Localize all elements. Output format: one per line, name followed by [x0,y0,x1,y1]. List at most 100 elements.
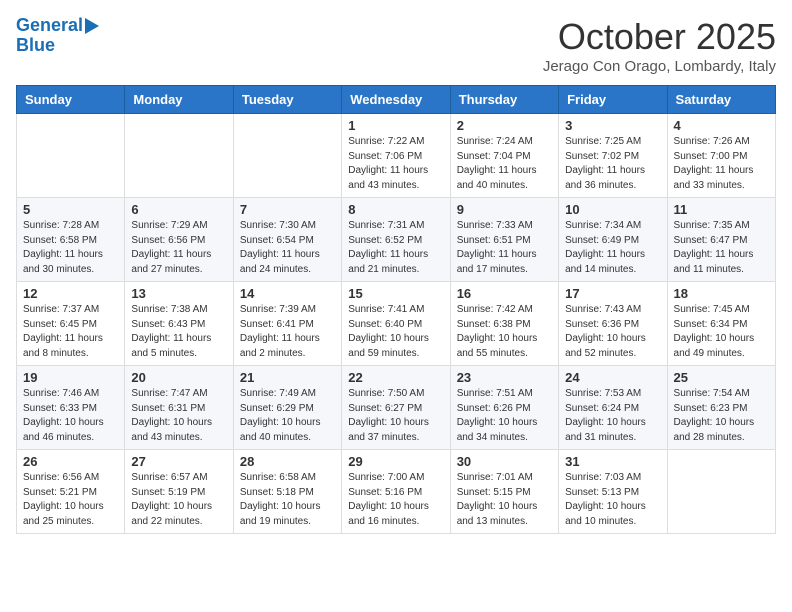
calendar-cell: 7 Sunrise: 7:30 AMSunset: 6:54 PMDaylight… [233,198,341,282]
page-header: General Blue October 2025 Jerago Con Ora… [16,16,776,75]
calendar-cell: 8 Sunrise: 7:31 AMSunset: 6:52 PMDaylight… [342,198,450,282]
day-info: Sunrise: 7:54 AMSunset: 6:23 PMDaylight:… [674,387,769,445]
calendar-cell: 24 Sunrise: 7:53 AMSunset: 6:24 PMDayligh… [559,366,667,450]
calendar-cell [233,114,341,198]
calendar-cell: 4 Sunrise: 7:26 AMSunset: 7:00 PMDaylight… [667,114,775,198]
calendar-cell: 23 Sunrise: 7:51 AMSunset: 6:26 PMDayligh… [450,366,558,450]
calendar-cell: 31Sunrise: 7:03 AMSunset: 5:13 PMDayligh… [559,450,667,534]
day-info: Sunrise: 7:38 AMSunset: 6:43 PMDaylight:… [131,303,226,361]
day-number: 30 [457,454,552,469]
day-number: 7 [240,202,335,217]
day-info: Sunrise: 7:50 AMSunset: 6:27 PMDaylight:… [348,387,443,445]
calendar-cell: 22 Sunrise: 7:50 AMSunset: 6:27 PMDayligh… [342,366,450,450]
calendar-cell: 26 Sunrise: 6:56 AMSunset: 5:21 PMDayligh… [17,450,125,534]
day-number: 26 [23,454,118,469]
calendar-cell: 14Sunrise: 7:39 AMSunset: 6:41 PMDayligh… [233,282,341,366]
day-number: 6 [131,202,226,217]
day-info: Sunrise: 7:42 AMSunset: 6:38 PMDaylight:… [457,303,552,361]
day-number: 24 [565,370,660,385]
day-number: 19 [23,370,118,385]
day-info: Sunrise: 7:28 AMSunset: 6:58 PMDaylight:… [23,219,118,277]
day-info: Sunrise: 7:53 AMSunset: 6:24 PMDaylight:… [565,387,660,445]
day-info: Sunrise: 7:35 AMSunset: 6:47 PMDaylight:… [674,219,769,277]
day-number: 3 [565,118,660,133]
day-info: Sunrise: 7:39 AMSunset: 6:41 PMDaylight:… [240,303,335,361]
day-info: Sunrise: 6:58 AMSunset: 5:18 PMDaylight:… [240,471,335,529]
calendar-cell: 21 Sunrise: 7:49 AMSunset: 6:29 PMDayligh… [233,366,341,450]
day-info: Sunrise: 7:26 AMSunset: 7:00 PMDaylight:… [674,135,769,193]
day-info: Sunrise: 7:34 AMSunset: 6:49 PMDaylight:… [565,219,660,277]
day-number: 29 [348,454,443,469]
day-info: Sunrise: 7:22 AMSunset: 7:06 PMDaylight:… [348,135,443,193]
calendar-cell: 10 Sunrise: 7:34 AMSunset: 6:49 PMDayligh… [559,198,667,282]
day-number: 28 [240,454,335,469]
day-number: 21 [240,370,335,385]
calendar-cell: 28 Sunrise: 6:58 AMSunset: 5:18 PMDayligh… [233,450,341,534]
day-info: Sunrise: 7:47 AMSunset: 6:31 PMDaylight:… [131,387,226,445]
title-section: October 2025 Jerago Con Orago, Lombardy,… [543,16,776,75]
day-number: 9 [457,202,552,217]
day-number: 8 [348,202,443,217]
day-header-tuesday: Tuesday [233,86,341,114]
day-info: Sunrise: 7:46 AMSunset: 6:33 PMDaylight:… [23,387,118,445]
calendar-cell: 20 Sunrise: 7:47 AMSunset: 6:31 PMDayligh… [125,366,233,450]
day-number: 5 [23,202,118,217]
day-info: Sunrise: 6:57 AMSunset: 5:19 PMDaylight:… [131,471,226,529]
day-number: 11 [674,202,769,217]
day-info: Sunrise: 7:29 AMSunset: 6:56 PMDaylight:… [131,219,226,277]
day-number: 1 [348,118,443,133]
calendar-cell: 3 Sunrise: 7:25 AMSunset: 7:02 PMDaylight… [559,114,667,198]
logo-text-blue: Blue [16,36,55,56]
day-info: Sunrise: 7:31 AMSunset: 6:52 PMDaylight:… [348,219,443,277]
day-number: 2 [457,118,552,133]
day-number: 4 [674,118,769,133]
calendar-cell: 29Sunrise: 7:00 AMSunset: 5:16 PMDayligh… [342,450,450,534]
day-number: 10 [565,202,660,217]
day-info: Sunrise: 7:51 AMSunset: 6:26 PMDaylight:… [457,387,552,445]
day-number: 13 [131,286,226,301]
calendar-cell: 16Sunrise: 7:42 AMSunset: 6:38 PMDayligh… [450,282,558,366]
day-number: 27 [131,454,226,469]
calendar-cell: 30 Sunrise: 7:01 AMSunset: 5:15 PMDayligh… [450,450,558,534]
day-number: 25 [674,370,769,385]
day-info: Sunrise: 7:33 AMSunset: 6:51 PMDaylight:… [457,219,552,277]
day-info: Sunrise: 7:24 AMSunset: 7:04 PMDaylight:… [457,135,552,193]
calendar-cell: 12Sunrise: 7:37 AMSunset: 6:45 PMDayligh… [17,282,125,366]
calendar-cell [17,114,125,198]
day-info: Sunrise: 7:41 AMSunset: 6:40 PMDaylight:… [348,303,443,361]
calendar-cell [125,114,233,198]
calendar-cell: 18Sunrise: 7:45 AMSunset: 6:34 PMDayligh… [667,282,775,366]
day-info: Sunrise: 7:37 AMSunset: 6:45 PMDaylight:… [23,303,118,361]
calendar-cell: 9 Sunrise: 7:33 AMSunset: 6:51 PMDaylight… [450,198,558,282]
day-info: Sunrise: 7:30 AMSunset: 6:54 PMDaylight:… [240,219,335,277]
logo-text-general: General [16,16,83,36]
logo-arrow-icon [85,18,99,34]
day-number: 18 [674,286,769,301]
calendar-cell: 25 Sunrise: 7:54 AMSunset: 6:23 PMDayligh… [667,366,775,450]
calendar-table: SundayMondayTuesdayWednesdayThursdayFrid… [16,85,776,534]
calendar-cell: 5 Sunrise: 7:28 AMSunset: 6:58 PMDaylight… [17,198,125,282]
day-number: 22 [348,370,443,385]
day-info: Sunrise: 7:25 AMSunset: 7:02 PMDaylight:… [565,135,660,193]
calendar-cell: 6 Sunrise: 7:29 AMSunset: 6:56 PMDaylight… [125,198,233,282]
location-text: Jerago Con Orago, Lombardy, Italy [543,58,776,75]
calendar-cell: 19 Sunrise: 7:46 AMSunset: 6:33 PMDayligh… [17,366,125,450]
day-info: Sunrise: 7:43 AMSunset: 6:36 PMDaylight:… [565,303,660,361]
calendar-cell: 17 Sunrise: 7:43 AMSunset: 6:36 PMDayligh… [559,282,667,366]
calendar-cell: 27 Sunrise: 6:57 AMSunset: 5:19 PMDayligh… [125,450,233,534]
calendar-cell [667,450,775,534]
day-info: Sunrise: 6:56 AMSunset: 5:21 PMDaylight:… [23,471,118,529]
day-number: 17 [565,286,660,301]
calendar-cell: 2 Sunrise: 7:24 AMSunset: 7:04 PMDaylight… [450,114,558,198]
day-header-saturday: Saturday [667,86,775,114]
day-number: 23 [457,370,552,385]
day-header-monday: Monday [125,86,233,114]
day-header-sunday: Sunday [17,86,125,114]
day-number: 20 [131,370,226,385]
calendar-cell: 13 Sunrise: 7:38 AMSunset: 6:43 PMDayligh… [125,282,233,366]
day-info: Sunrise: 7:49 AMSunset: 6:29 PMDaylight:… [240,387,335,445]
day-number: 15 [348,286,443,301]
day-info: Sunrise: 7:01 AMSunset: 5:15 PMDaylight:… [457,471,552,529]
day-header-wednesday: Wednesday [342,86,450,114]
day-number: 31 [565,454,660,469]
